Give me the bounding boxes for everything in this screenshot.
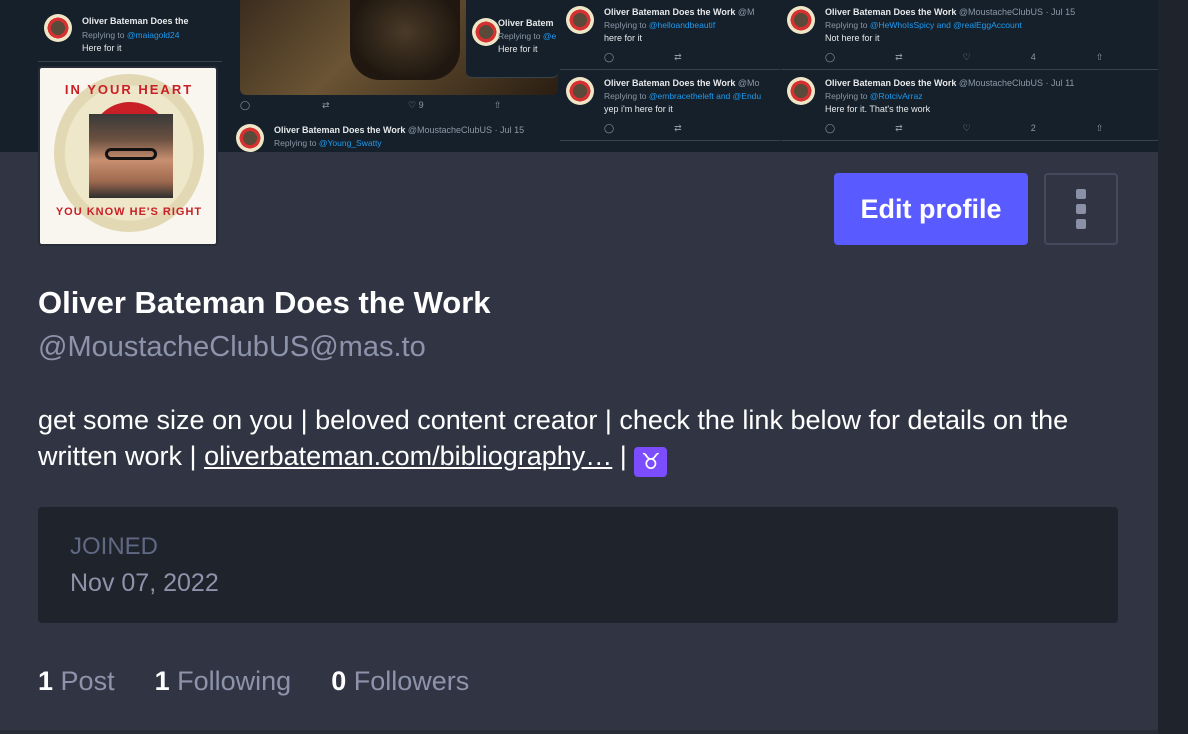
tweet-reply-line: Replying to @HeWhoIsSpicy and @realEggAc… [825,20,1022,30]
taurus-emoji: ♉ [634,447,668,477]
account-profile-panel: Oliver Bateman Does the Replying to @mai… [0,0,1158,734]
tweet-author: Oliver Bateman Does the Work @MoustacheC… [825,7,1076,17]
tweet-actions: ◯⇄ [604,52,742,62]
photo-figure [350,0,460,80]
tweet-author: Oliver Bateman Does the Work @Mo [604,78,760,88]
tweet-reply-line: Replying to @Young_Swatty [274,138,382,148]
tweet-reply-line: Replying to @RotcivArraz [825,91,923,101]
tweet-text: Here for it. That's the work [825,104,931,114]
tweet-avatar [472,18,500,46]
tweet-reply-line: Replying to @embracetheleft and @Endu [604,91,762,101]
right-column [1158,0,1188,734]
tweet-card: Oliver Bateman Does the Work @M Replying… [560,0,780,70]
more-options-button[interactable] [1044,173,1118,245]
tweet-text: Not here for it [825,33,880,43]
tweet-avatar [44,14,72,42]
tweet-author: Oliver Bateman Does the [82,16,189,26]
kebab-dot-icon [1076,219,1086,229]
joined-date: Nov 07, 2022 [70,569,219,597]
tweet-avatar [787,6,815,34]
like-icon: ♡ 9 [408,100,424,110]
posts-label: Post [60,666,115,696]
avatar-photo [89,114,173,198]
tweet-card: Oliver Bateman Does the Replying to @mai… [38,0,222,62]
tweet-actions: ◯⇄♡2⇧ [825,123,1158,133]
badge-top-text: IN YOUR HEART [64,82,194,97]
followers-label: Followers [353,666,470,696]
tweet-text: here for it [604,33,643,43]
tweet-card: Oliver Batem Replying to @e Here for it [466,0,558,78]
tweet-author: Oliver Bateman Does the Work @M [604,7,755,17]
tweet-card: Oliver Bateman Does the Work @MoustacheC… [230,118,560,152]
reply-icon: ◯ [240,100,251,110]
following-label: Following [177,666,292,696]
tweet-card: Oliver Bateman Does the Work @MoustacheC… [781,0,1158,70]
tweet-avatar [236,124,264,152]
posts-count: 1 [38,666,54,696]
tweet-author: Oliver Batem [498,18,554,28]
tweet-author: Oliver Bateman Does the Work @MoustacheC… [274,125,525,135]
kebab-dot-icon [1076,204,1086,214]
tweet-reply-line: Replying to @helloandbeautif [604,20,716,30]
tweet-reply-line: Replying to @e [498,31,557,41]
followers-count-link[interactable]: 0 Followers [331,666,469,697]
bio-separator: | [612,441,635,471]
joined-field: JOINED Nov 07, 2022 [38,507,1118,623]
bio-link[interactable]: oliverbateman.com/bibliography… [204,441,612,471]
tweet-avatar [566,77,594,105]
divider [0,730,1158,734]
edit-profile-button[interactable]: Edit profile [834,173,1028,245]
kebab-dot-icon [1076,189,1086,199]
following-count-link[interactable]: 1 Following [155,666,292,697]
profile-avatar[interactable]: IN YOUR HEART YOU KNOW HE'S RIGHT [38,66,218,246]
tweet-avatar [787,77,815,105]
tweet-card: Oliver Bateman Does the Work @Mo Replyin… [560,71,780,141]
tweet-text: Here for it [82,43,122,53]
tweet-actions: ◯⇄♡4⇧ [825,52,1158,62]
tweet-text: Here for it [498,44,538,54]
glasses-shape [105,148,157,160]
tweet-actions: ◯⇄ [604,123,742,133]
share-icon: ⇧ [494,100,502,110]
profile-bio: get some size on you | beloved content c… [38,402,1128,477]
profile-stats: 1 Post 1 Following 0 Followers [38,666,469,697]
joined-label: JOINED [70,533,159,560]
retweet-icon: ⇄ [322,100,330,110]
tweet-avatar [566,6,594,34]
account-handle: @MoustacheClubUS@mas.to [38,331,426,363]
tweet-reply-line: Replying to @maiagold24 [82,30,180,40]
posts-count-link[interactable]: 1 Post [38,666,115,697]
tweet-author: Oliver Bateman Does the Work @MoustacheC… [825,78,1075,88]
tweet-card: Oliver Bateman Does the Work @MoustacheC… [781,71,1158,141]
following-count: 1 [154,666,170,696]
tweet-text: yep i'm here for it [604,104,673,114]
badge-bottom-text: YOU KNOW HE'S RIGHT [55,206,203,218]
followers-count: 0 [331,666,347,696]
display-name: Oliver Bateman Does the Work [38,285,491,320]
